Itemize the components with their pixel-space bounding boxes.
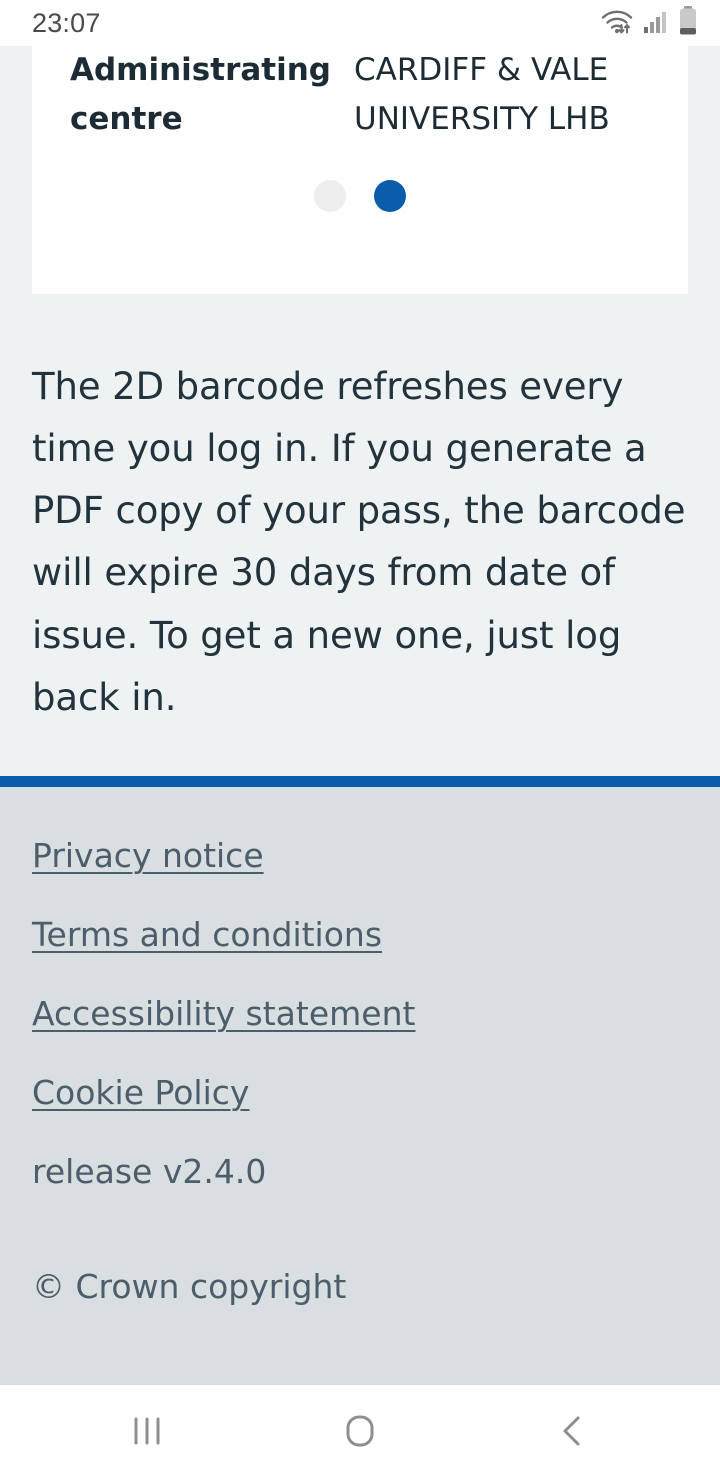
carousel-dot-1[interactable] xyxy=(314,179,346,212)
back-icon xyxy=(556,1412,590,1454)
footer-link-privacy-notice[interactable]: Privacy notice xyxy=(32,839,264,872)
android-nav-bar xyxy=(0,1385,720,1480)
card-field-label: Administrating centre xyxy=(70,52,331,137)
footer-link-terms-and-conditions[interactable]: Terms and conditions xyxy=(32,918,382,951)
footer-divider xyxy=(0,776,720,787)
administrating-centre-card: Administrating centre CARDIFF & VALE UNI… xyxy=(32,46,688,294)
phone-screen: 23:07 Administrating centre CARDIFF & VA… xyxy=(0,0,720,1480)
recents-button[interactable] xyxy=(87,1385,207,1480)
site-footer: Privacy notice Terms and conditions Acce… xyxy=(0,787,720,1385)
back-button[interactable] xyxy=(513,1385,633,1480)
copyright-notice: © Crown copyright xyxy=(32,1267,347,1306)
signal-icon xyxy=(643,8,669,38)
status-bar-clock: 23:07 xyxy=(32,7,101,38)
status-bar: 23:07 xyxy=(0,0,720,46)
card-field-value: CARDIFF & VALE UNIVERSITY LHB xyxy=(354,52,610,137)
release-version: release v2.4.0 xyxy=(32,1152,267,1191)
wifi-icon xyxy=(600,7,634,39)
footer-link-cookie-policy[interactable]: Cookie Policy xyxy=(32,1076,249,1109)
footer-link-accessibility-statement[interactable]: Accessibility statement xyxy=(32,997,415,1030)
carousel-pagination[interactable] xyxy=(32,179,688,212)
main-content: Administrating centre CARDIFF & VALE UNI… xyxy=(0,46,720,776)
carousel-dot-2[interactable] xyxy=(374,179,406,212)
home-icon xyxy=(342,1412,378,1454)
home-button[interactable] xyxy=(300,1385,420,1480)
status-bar-icons xyxy=(600,6,698,40)
battery-icon xyxy=(678,6,698,40)
card-detail-row: Administrating centre CARDIFF & VALE UNI… xyxy=(32,46,688,144)
barcode-refresh-description: The 2D barcode refreshes every time you … xyxy=(32,365,686,719)
recents-icon xyxy=(130,1412,164,1454)
